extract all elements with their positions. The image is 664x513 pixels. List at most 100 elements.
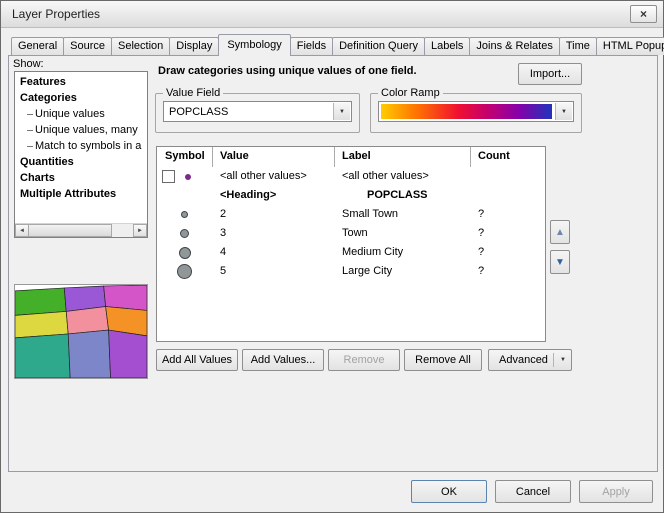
tree-item-match-symbols[interactable]: Match to symbols in a xyxy=(15,138,147,154)
advanced-button[interactable]: Advanced ▼ xyxy=(488,349,572,371)
arrow-up-icon: ▲ xyxy=(555,227,565,238)
color-ramp-combobox[interactable]: ▼ xyxy=(378,101,574,122)
tab-strip: General Source Selection Display Symbolo… xyxy=(8,34,664,56)
tree-item-unique-values[interactable]: Unique values xyxy=(15,106,147,122)
color-ramp-swatch xyxy=(381,104,552,119)
move-down-button[interactable]: ▼ xyxy=(550,250,570,274)
row-label: POPCLASS xyxy=(367,189,428,201)
row-label: Town xyxy=(342,227,368,239)
table-row[interactable]: <Heading> POPCLASS xyxy=(157,186,545,205)
tree-item-charts[interactable]: Charts xyxy=(15,170,147,186)
point-symbol-icon[interactable] xyxy=(181,211,188,218)
tab-labels[interactable]: Labels xyxy=(424,37,470,55)
row-value: <all other values> xyxy=(220,170,307,182)
tab-source[interactable]: Source xyxy=(63,37,112,55)
title-bar[interactable]: Layer Properties × xyxy=(1,1,663,28)
ok-button[interactable]: OK xyxy=(411,480,487,503)
window-title: Layer Properties xyxy=(12,7,630,21)
point-symbol-icon[interactable] xyxy=(185,174,191,180)
table-row[interactable]: 5 Large City ? xyxy=(157,262,545,281)
tab-time[interactable]: Time xyxy=(559,37,597,55)
tab-symbology[interactable]: Symbology xyxy=(218,34,290,56)
tree-item-quantities[interactable]: Quantities xyxy=(15,154,147,170)
page-title: Draw categories using unique values of o… xyxy=(158,65,514,77)
unique-values-table: Symbol Value Label Count <all other valu… xyxy=(156,146,546,342)
row-value: <Heading> xyxy=(220,189,276,201)
import-button[interactable]: Import... xyxy=(518,63,582,85)
map-preview-graphic xyxy=(15,285,147,378)
tree-item-categories[interactable]: Categories xyxy=(15,90,147,106)
column-divider xyxy=(212,147,213,167)
button-divider xyxy=(553,353,554,367)
tab-joins-relates[interactable]: Joins & Relates xyxy=(469,37,559,55)
tree-item-features[interactable]: Features xyxy=(15,74,147,90)
row-label: Medium City xyxy=(342,246,403,258)
point-symbol-icon[interactable] xyxy=(179,247,191,259)
column-divider xyxy=(470,147,471,167)
row-value: 2 xyxy=(220,208,226,220)
row-label: Large City xyxy=(342,265,392,277)
color-ramp-group: Color Ramp ▼ xyxy=(370,87,582,133)
dropdown-glyph: ▼ xyxy=(339,109,345,115)
chevron-down-icon: ▼ xyxy=(560,357,566,363)
map-preview xyxy=(14,284,148,379)
tree-item-multiple-attributes[interactable]: Multiple Attributes xyxy=(15,186,147,202)
scrollbar-track[interactable] xyxy=(112,224,134,237)
tab-selection[interactable]: Selection xyxy=(111,37,170,55)
tree-horizontal-scrollbar[interactable]: ◄ ► xyxy=(15,223,147,237)
col-symbol: Symbol xyxy=(165,150,205,162)
value-field-value: POPCLASS xyxy=(169,106,228,118)
row-label: <all other values> xyxy=(342,170,429,182)
chevron-down-icon[interactable]: ▼ xyxy=(555,103,572,120)
add-all-values-button[interactable]: Add All Values xyxy=(156,349,238,371)
scroll-left-icon[interactable]: ◄ xyxy=(15,224,29,237)
chevron-down-icon[interactable]: ▼ xyxy=(333,103,350,120)
apply-button[interactable]: Apply xyxy=(579,480,653,503)
remove-button[interactable]: Remove xyxy=(328,349,400,371)
close-icon: × xyxy=(640,7,647,21)
point-symbol-icon[interactable] xyxy=(177,264,192,279)
scroll-right-icon[interactable]: ► xyxy=(133,224,147,237)
scrollbar-thumb[interactable] xyxy=(28,224,112,237)
color-ramp-label: Color Ramp xyxy=(378,87,443,99)
row-count: ? xyxy=(478,208,484,220)
row-value: 5 xyxy=(220,265,226,277)
row-count: ? xyxy=(478,246,484,258)
point-symbol-icon[interactable] xyxy=(180,229,189,238)
close-button[interactable]: × xyxy=(630,5,657,23)
table-header: Symbol Value Label Count xyxy=(157,147,545,167)
show-label: Show: xyxy=(13,58,44,70)
value-field-combobox[interactable]: POPCLASS ▼ xyxy=(163,101,352,122)
row-count: ? xyxy=(478,227,484,239)
col-label: Label xyxy=(342,150,371,162)
dropdown-glyph: ▼ xyxy=(561,109,567,115)
row-count: ? xyxy=(478,265,484,277)
layer-properties-dialog: Layer Properties × General Source Select… xyxy=(0,0,664,513)
all-other-values-checkbox[interactable] xyxy=(162,170,175,183)
tab-general[interactable]: General xyxy=(11,37,64,55)
arrow-down-icon: ▼ xyxy=(555,257,565,268)
row-value: 4 xyxy=(220,246,226,258)
tab-definition-query[interactable]: Definition Query xyxy=(332,37,425,55)
remove-all-button[interactable]: Remove All xyxy=(404,349,482,371)
value-field-group: Value Field POPCLASS ▼ xyxy=(155,87,360,133)
table-row[interactable]: 3 Town ? xyxy=(157,224,545,243)
move-up-button[interactable]: ▲ xyxy=(550,220,570,244)
col-value: Value xyxy=(220,150,249,162)
col-count: Count xyxy=(478,150,510,162)
tab-html-popup[interactable]: HTML Popup xyxy=(596,37,664,55)
table-row[interactable]: <all other values> <all other values> xyxy=(157,167,545,186)
tab-display[interactable]: Display xyxy=(169,37,219,55)
cancel-button[interactable]: Cancel xyxy=(495,480,571,503)
show-tree: Features Categories Unique values Unique… xyxy=(14,71,148,238)
tab-fields[interactable]: Fields xyxy=(290,37,333,55)
column-divider xyxy=(334,147,335,167)
row-value: 3 xyxy=(220,227,226,239)
table-row[interactable]: 4 Medium City ? xyxy=(157,243,545,262)
value-field-label: Value Field xyxy=(163,87,223,99)
table-row[interactable]: 2 Small Town ? xyxy=(157,205,545,224)
tree-item-unique-values-many[interactable]: Unique values, many xyxy=(15,122,147,138)
add-values-button[interactable]: Add Values... xyxy=(242,349,324,371)
advanced-label: Advanced xyxy=(499,354,548,366)
row-label: Small Town xyxy=(342,208,398,220)
